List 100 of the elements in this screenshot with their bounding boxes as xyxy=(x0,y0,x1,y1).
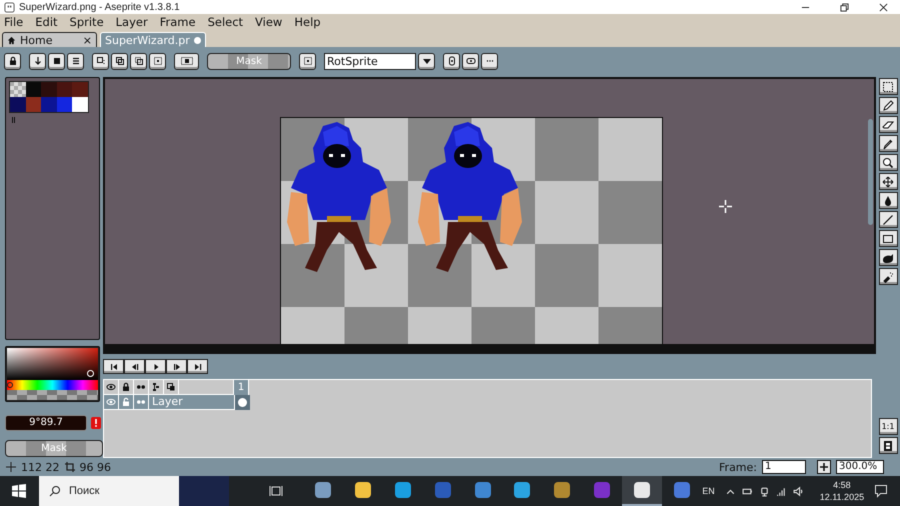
rectangle-tool-button[interactable] xyxy=(878,230,898,247)
windows-start-icon[interactable] xyxy=(12,484,26,498)
blob-tool-button[interactable] xyxy=(878,249,898,266)
onion-skin-icon xyxy=(166,382,176,392)
menu-button[interactable] xyxy=(67,52,84,70)
close-icon[interactable] xyxy=(879,2,888,12)
taskbar-search-icon xyxy=(48,485,61,497)
zoom-field[interactable]: 300.0% xyxy=(836,460,884,474)
replace-selection-button[interactable] xyxy=(92,52,109,70)
menu-item[interactable]: View xyxy=(255,15,282,29)
sprite-canvas[interactable] xyxy=(280,117,663,344)
taskbar-app[interactable] xyxy=(622,476,662,506)
warning-icon[interactable] xyxy=(91,417,101,429)
marquee-tool-button[interactable] xyxy=(878,78,898,95)
fill-tool-button[interactable] xyxy=(878,192,898,209)
color-picker[interactable] xyxy=(5,346,100,402)
more-options-button[interactable] xyxy=(481,52,498,70)
notifications-icon[interactable] xyxy=(874,484,888,498)
cel[interactable] xyxy=(235,395,250,410)
fill-icon xyxy=(882,194,894,206)
dropdown-button[interactable] xyxy=(418,52,435,70)
intersect-selection-button[interactable] xyxy=(149,52,166,70)
frame-size-icon xyxy=(64,462,74,472)
spray-tool-button[interactable] xyxy=(878,268,898,285)
frame-field[interactable]: 1 xyxy=(762,460,806,474)
app-icon xyxy=(434,482,451,498)
replace-selection-icon xyxy=(96,56,106,66)
last-frame-button[interactable] xyxy=(187,359,208,374)
network-icon[interactable] xyxy=(776,486,787,496)
first-frame-button[interactable] xyxy=(103,359,124,374)
app-icon xyxy=(474,482,491,498)
palette-swatch[interactable] xyxy=(72,97,88,112)
transform-icon xyxy=(180,56,194,66)
palette-swatch[interactable] xyxy=(56,82,72,97)
palette-swatch[interactable] xyxy=(26,97,41,112)
eyedropper-icon xyxy=(882,138,894,150)
subtract-selection-button[interactable] xyxy=(130,52,147,70)
search-highlight-picture xyxy=(178,476,229,506)
taskbar-search-field[interactable]: Поиск xyxy=(38,476,229,506)
visibility-toggle[interactable] xyxy=(104,395,119,410)
palette-swatch[interactable] xyxy=(41,97,56,112)
menu-item[interactable]: File xyxy=(4,15,24,29)
restore-icon[interactable] xyxy=(840,2,849,12)
zoom-tool-button[interactable] xyxy=(878,154,898,171)
transform-button[interactable] xyxy=(174,52,199,70)
actual-size-button[interactable]: 1:1 xyxy=(878,418,898,435)
lock-toggle[interactable] xyxy=(119,395,134,410)
palette-swatch[interactable] xyxy=(10,97,26,112)
menu-item[interactable]: Frame xyxy=(160,15,196,29)
palette-swatch[interactable] xyxy=(41,82,56,97)
continuous-toggle[interactable] xyxy=(134,395,149,410)
palette-swatch[interactable] xyxy=(26,82,41,97)
webcam-icon[interactable] xyxy=(758,486,770,496)
task-view-icon[interactable] xyxy=(268,484,283,498)
move-tool-button[interactable] xyxy=(878,173,898,190)
rotate-pivot-button[interactable] xyxy=(443,52,460,70)
scale-pivot-button[interactable] xyxy=(462,52,479,70)
clock-time[interactable]: 4:58 xyxy=(833,479,851,491)
square-button[interactable] xyxy=(48,52,65,70)
add-selection-button[interactable] xyxy=(111,52,128,70)
visibility-icon xyxy=(106,397,116,408)
add-frame-button[interactable] xyxy=(817,460,831,474)
resize-method-dropdown[interactable]: RotSprite xyxy=(324,52,416,70)
add-selection-icon xyxy=(114,56,124,66)
menu-item[interactable]: Layer xyxy=(116,15,148,29)
previous-frame-button[interactable] xyxy=(124,359,145,374)
menu-item[interactable]: Select xyxy=(208,15,244,29)
menu-item[interactable]: Help xyxy=(294,15,321,29)
tab[interactable]: Home × xyxy=(2,32,97,47)
pencil-tool-button[interactable] xyxy=(878,97,898,114)
lock-button[interactable] xyxy=(4,52,21,70)
next-frame-button[interactable] xyxy=(166,359,187,374)
clock-date[interactable]: 12.11.2025 xyxy=(820,491,864,503)
eraser-icon xyxy=(882,118,894,130)
dropdown-icon xyxy=(422,56,432,66)
line-tool-button[interactable] xyxy=(878,211,898,228)
speaker-icon[interactable] xyxy=(792,486,804,496)
home-icon xyxy=(7,36,16,44)
subtract-selection-icon xyxy=(134,56,144,66)
play-button[interactable] xyxy=(145,359,166,374)
app-icon xyxy=(514,482,530,498)
eyedropper-tool-button[interactable] xyxy=(878,135,898,152)
language-indicator[interactable]: EN xyxy=(702,486,715,496)
tab-close[interactable]: × xyxy=(82,34,92,46)
app-icon xyxy=(394,482,411,498)
menu-item[interactable]: Edit xyxy=(35,15,58,29)
color-value-field[interactable]: 9°89.7 xyxy=(5,415,87,431)
down-arrow-button[interactable] xyxy=(29,52,46,70)
eraser-tool-button[interactable] xyxy=(878,116,898,133)
previous-frame-icon xyxy=(130,362,140,372)
next-frame-icon xyxy=(172,362,182,372)
palette-swatch[interactable] xyxy=(72,82,88,97)
grid-button[interactable] xyxy=(299,52,316,70)
timeline-toggle-button[interactable] xyxy=(878,437,898,454)
vertical-scrollbar[interactable] xyxy=(868,119,873,225)
palette-swatch[interactable] xyxy=(56,97,72,112)
menu-item[interactable]: Sprite xyxy=(70,15,104,29)
rectangle-icon xyxy=(882,232,894,244)
lock-icon xyxy=(121,382,131,392)
transparent-swatch[interactable] xyxy=(10,82,26,97)
